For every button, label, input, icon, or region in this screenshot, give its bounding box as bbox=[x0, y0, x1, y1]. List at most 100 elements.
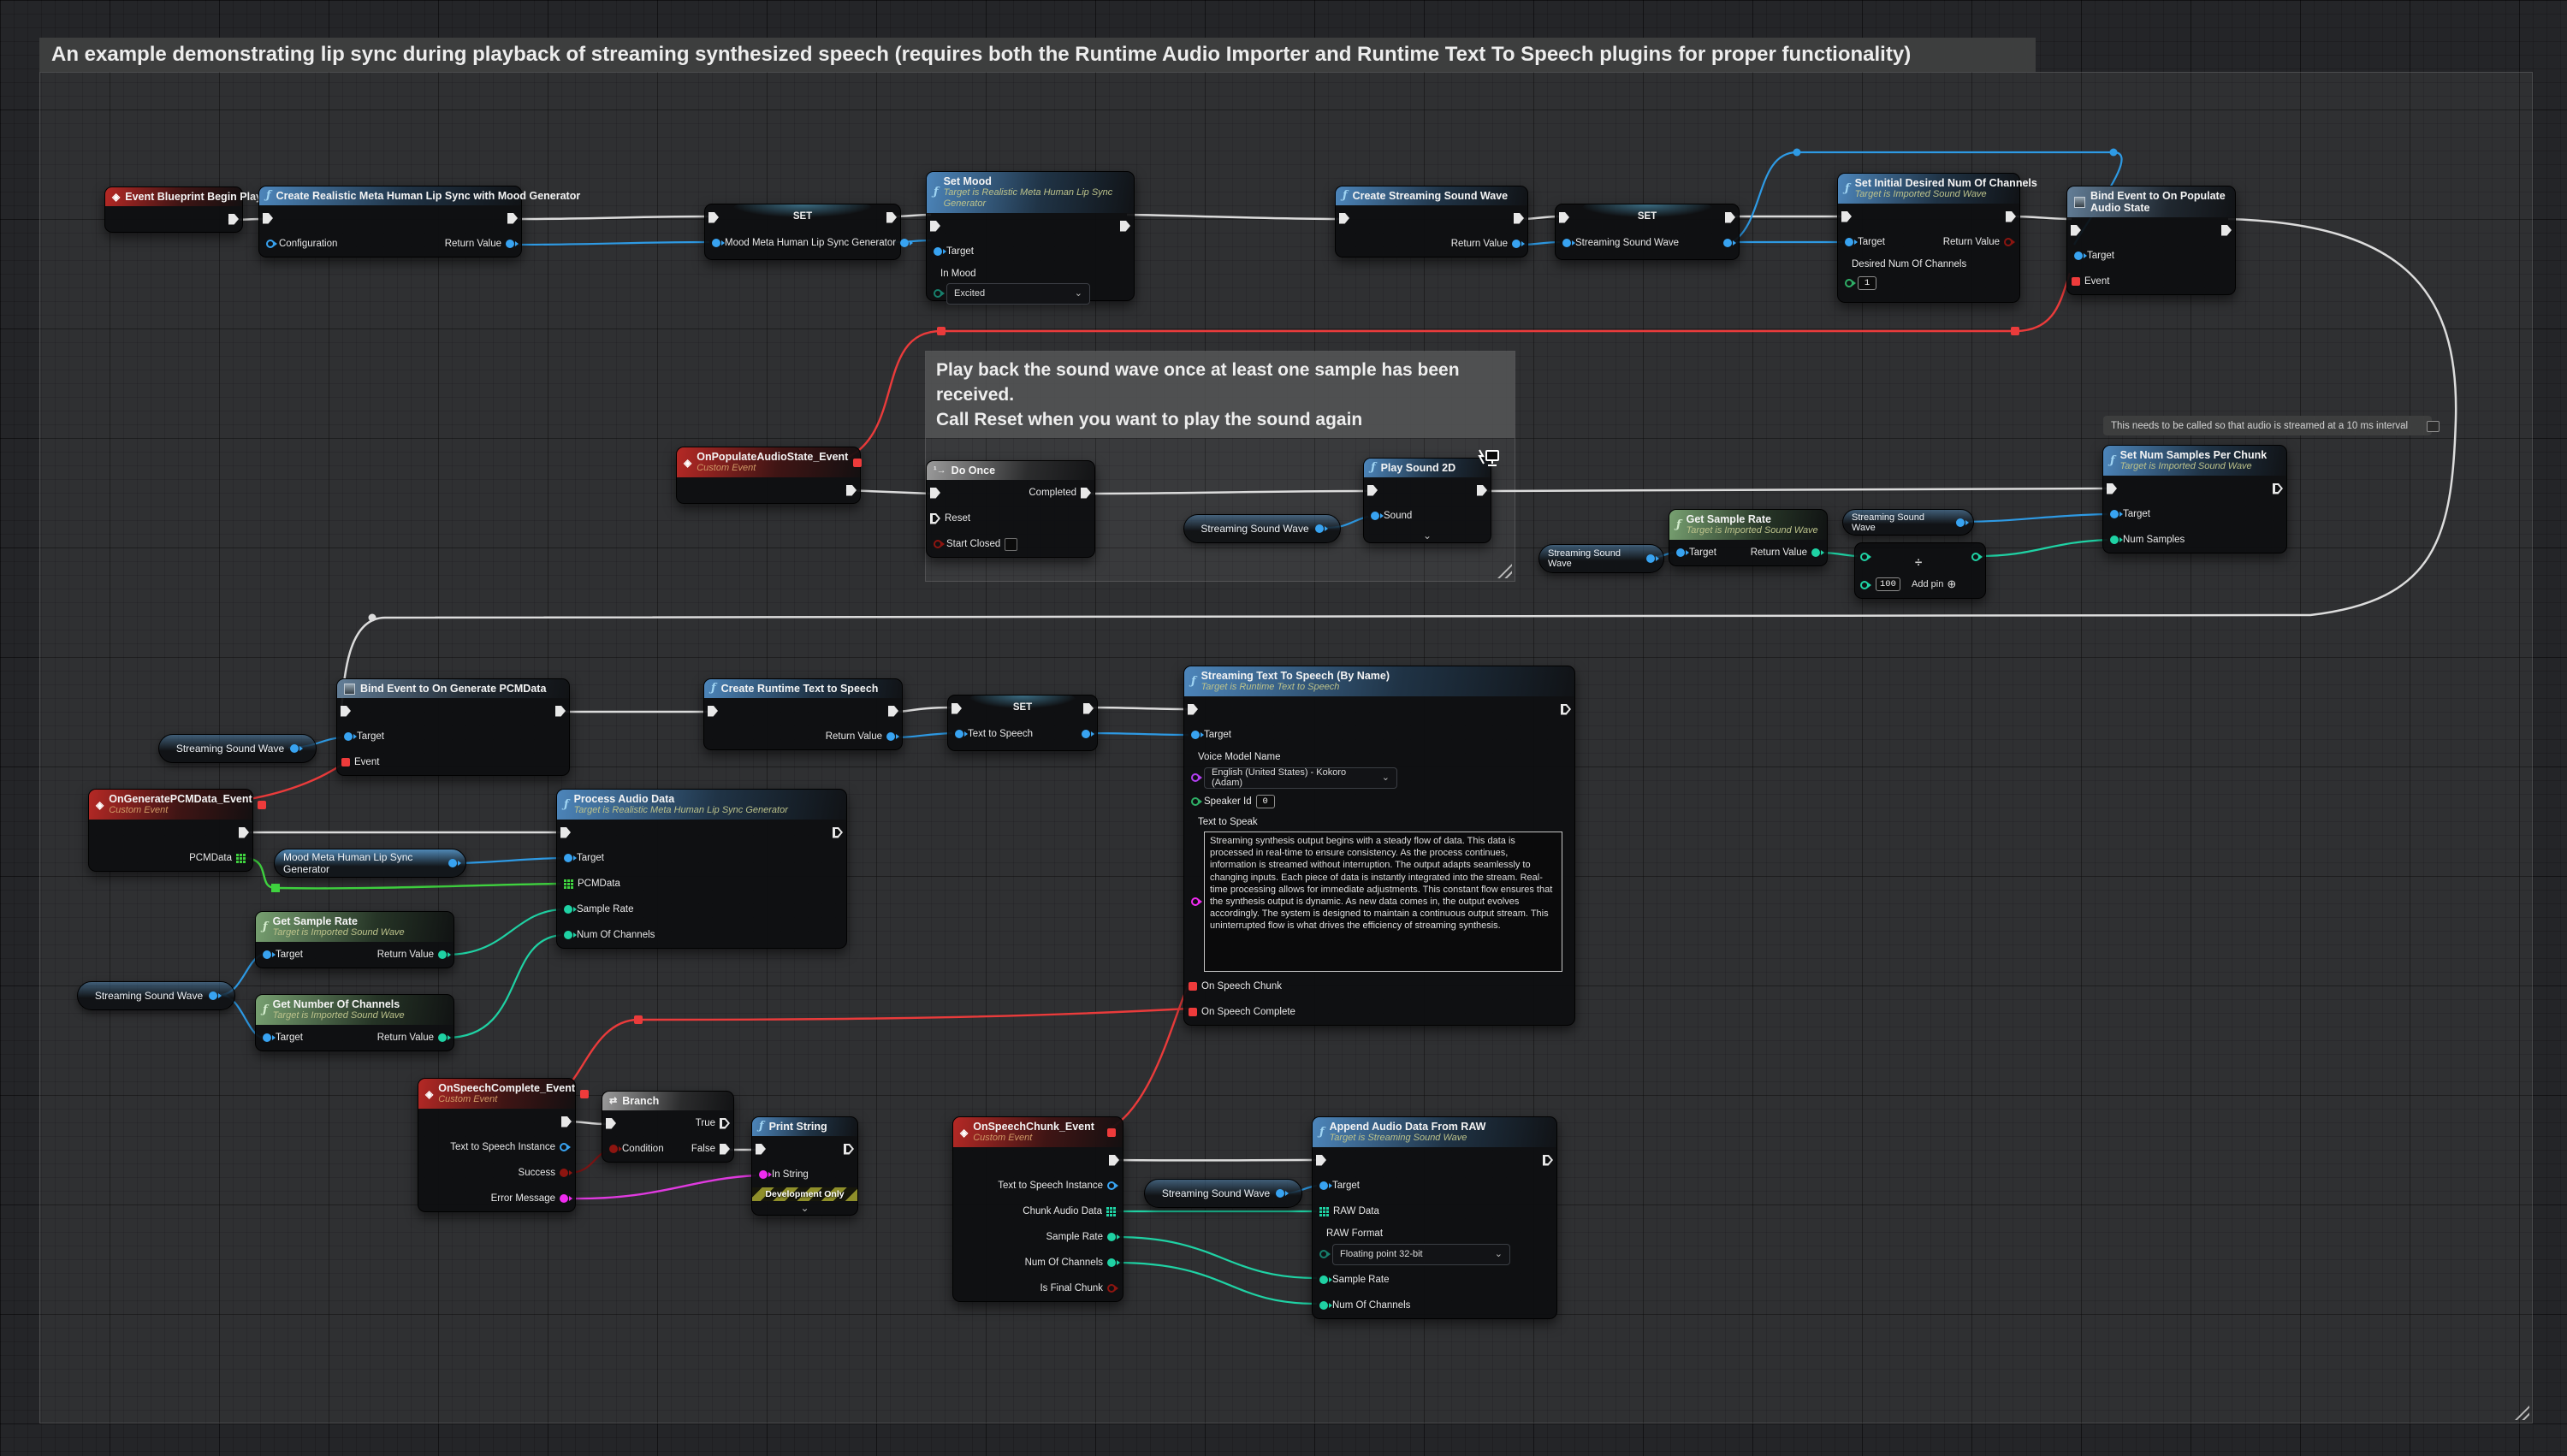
in-mood-pin[interactable] bbox=[934, 289, 942, 298]
tts-instance-pin[interactable] bbox=[560, 1143, 568, 1151]
exec-in-pin[interactable] bbox=[708, 212, 719, 223]
exec-out-pin[interactable] bbox=[1543, 1155, 1553, 1166]
node-create-runtime-tts[interactable]: ƒ Create Runtime Text to Speech Return V… bbox=[703, 678, 903, 750]
num-channels-pin[interactable] bbox=[564, 931, 572, 939]
exec-out-pin[interactable] bbox=[1120, 221, 1130, 232]
condition-pin[interactable] bbox=[609, 1145, 618, 1153]
node-set-mood-generator-var[interactable]: SET Mood Meta Human Lip Sync Generator bbox=[704, 204, 901, 260]
variable-pill-streaming-sound-wave[interactable]: Streaming Sound Wave bbox=[1144, 1179, 1302, 1208]
target-pin[interactable] bbox=[1676, 548, 1685, 557]
return-value-pin[interactable] bbox=[2004, 238, 2013, 246]
completed-exec-pin[interactable] bbox=[1081, 488, 1091, 499]
desired-channels-pin[interactable] bbox=[1845, 279, 1853, 287]
target-pin[interactable] bbox=[2074, 252, 2083, 260]
node-get-sample-rate-1[interactable]: ƒ Get Sample Rate Target is Imported Sou… bbox=[1669, 509, 1828, 566]
delegate-pin[interactable] bbox=[853, 459, 862, 467]
divide-b-value[interactable]: 100 bbox=[1876, 577, 1900, 591]
raw-format-dropdown[interactable]: Floating point 32-bit⌄ bbox=[1332, 1244, 1510, 1265]
node-print-string[interactable]: ƒ Print String In String Development Onl… bbox=[751, 1116, 858, 1216]
sample-rate-pin[interactable] bbox=[1319, 1275, 1328, 1284]
var-out-pin[interactable] bbox=[1646, 554, 1655, 563]
node-branch[interactable]: ⇄ Branch True Condition False bbox=[602, 1091, 734, 1163]
exec-in-pin[interactable] bbox=[930, 221, 940, 232]
node-streaming-text-to-speech[interactable]: ƒ Streaming Text To Speech (By Name) Tar… bbox=[1183, 666, 1575, 1026]
num-channels-pin[interactable] bbox=[1319, 1301, 1328, 1310]
exec-in-pin[interactable] bbox=[930, 488, 940, 499]
desired-channels-value[interactable]: 1 bbox=[1858, 276, 1876, 290]
var-out-pin[interactable] bbox=[290, 744, 299, 753]
node-play-sound-2d[interactable]: ƒ Play Sound 2D Sound ⌄ bbox=[1363, 458, 1491, 543]
exec-in-pin[interactable] bbox=[560, 827, 571, 838]
comment-bubble-icon[interactable] bbox=[2427, 421, 2440, 432]
target-pin[interactable] bbox=[934, 247, 942, 256]
sample-rate-pin[interactable] bbox=[1107, 1233, 1116, 1241]
start-closed-checkbox[interactable] bbox=[1005, 538, 1017, 551]
variable-pill-streaming-sound-wave[interactable]: Streaming Sound Wave bbox=[1842, 509, 1974, 536]
chunk-audio-data-array-pin[interactable] bbox=[1106, 1207, 1116, 1216]
node-on-generate-pcmdata-event[interactable]: ◈ OnGeneratePCMData_Event Custom Event P… bbox=[88, 789, 253, 872]
exec-in-pin[interactable] bbox=[1339, 213, 1349, 224]
var-out-pin[interactable] bbox=[1276, 1189, 1284, 1198]
exec-out-pin[interactable] bbox=[844, 1144, 854, 1155]
success-pin[interactable] bbox=[560, 1169, 568, 1177]
exec-in-pin[interactable] bbox=[263, 213, 273, 224]
node-append-audio-data-from-raw[interactable]: ƒ Append Audio Data From RAW Target is S… bbox=[1312, 1116, 1557, 1319]
voice-model-dropdown[interactable]: English (United States) - Kokoro (Adam)⌄ bbox=[1204, 767, 1397, 789]
divide-output-pin[interactable] bbox=[1971, 553, 1980, 561]
var-out-pin[interactable] bbox=[448, 859, 457, 867]
exec-in-pin[interactable] bbox=[1367, 485, 1378, 496]
delegate-pin[interactable] bbox=[258, 801, 266, 809]
node-divide[interactable]: 100 ÷ Add pin⊕ bbox=[1854, 542, 1986, 599]
return-value-pin[interactable] bbox=[438, 1033, 447, 1042]
in-string-pin[interactable] bbox=[759, 1170, 768, 1179]
true-exec-pin[interactable] bbox=[720, 1118, 730, 1129]
event-delegate-pin[interactable] bbox=[341, 758, 350, 766]
variable-pill-streaming-sound-wave[interactable]: Streaming Sound Wave bbox=[1538, 544, 1664, 573]
var-out-pin[interactable] bbox=[1082, 730, 1090, 738]
exec-out-pin[interactable] bbox=[507, 213, 518, 224]
text-to-speak-input[interactable]: Streaming synthesis output begins with a… bbox=[1204, 832, 1562, 972]
sound-pin[interactable] bbox=[1371, 512, 1379, 520]
false-exec-pin[interactable] bbox=[720, 1144, 730, 1155]
expand-chevron-icon[interactable]: ⌄ bbox=[752, 1201, 857, 1215]
exec-in-pin[interactable] bbox=[1188, 704, 1198, 715]
exec-out-pin[interactable] bbox=[888, 706, 898, 717]
node-get-number-of-channels[interactable]: ƒ Get Number Of Channels Target is Impor… bbox=[255, 994, 454, 1051]
exec-in-pin[interactable] bbox=[2071, 225, 2081, 236]
exec-out-pin[interactable] bbox=[2221, 225, 2232, 236]
is-final-chunk-pin[interactable] bbox=[1107, 1284, 1116, 1293]
var-out-pin[interactable] bbox=[1723, 239, 1732, 247]
node-bind-on-generate-pcmdata[interactable]: Bind Event to On Generate PCMData Target… bbox=[336, 678, 570, 776]
configuration-pin[interactable] bbox=[266, 240, 275, 248]
delegate-pin[interactable] bbox=[1107, 1128, 1116, 1137]
var-in-pin[interactable] bbox=[1562, 239, 1571, 247]
exec-out-pin[interactable] bbox=[239, 827, 249, 838]
target-pin[interactable] bbox=[564, 854, 572, 862]
exec-out-pin[interactable] bbox=[2273, 483, 2283, 494]
exec-out-pin[interactable] bbox=[886, 212, 897, 223]
var-out-pin[interactable] bbox=[209, 991, 217, 1000]
target-pin[interactable] bbox=[2110, 510, 2119, 518]
var-in-pin[interactable] bbox=[955, 730, 963, 738]
node-event-begin-play[interactable]: ◈ Event Blueprint Begin Play bbox=[104, 186, 243, 233]
exec-in-pin[interactable] bbox=[756, 1144, 766, 1155]
variable-pill-streaming-sound-wave[interactable]: Streaming Sound Wave bbox=[1183, 514, 1341, 543]
divide-input-b-pin[interactable] bbox=[1860, 581, 1869, 589]
exec-in-pin[interactable] bbox=[1841, 211, 1852, 222]
node-get-sample-rate-2[interactable]: ƒ Get Sample Rate Target is Imported Sou… bbox=[255, 911, 454, 968]
exec-out-pin[interactable] bbox=[833, 827, 843, 838]
exec-out-pin[interactable] bbox=[2006, 211, 2016, 222]
error-message-pin[interactable] bbox=[560, 1194, 568, 1203]
exec-out-pin[interactable] bbox=[555, 706, 566, 717]
node-create-lipsync-generator[interactable]: ƒ Create Realistic Meta Human Lip Sync w… bbox=[258, 186, 522, 257]
exec-in-pin[interactable] bbox=[1316, 1155, 1326, 1166]
node-set-mood[interactable]: ƒ Set Mood Target is Realistic Meta Huma… bbox=[926, 171, 1135, 301]
expand-chevron-icon[interactable]: ⌄ bbox=[1364, 529, 1491, 542]
pcmdata-array-pin[interactable] bbox=[564, 879, 573, 889]
return-value-pin[interactable] bbox=[438, 950, 447, 959]
target-pin[interactable] bbox=[1319, 1181, 1328, 1190]
target-pin[interactable] bbox=[344, 732, 353, 741]
variable-pill-mood-generator[interactable]: Mood Meta Human Lip Sync Generator bbox=[274, 849, 466, 878]
exec-in-pin[interactable] bbox=[341, 706, 351, 717]
divide-input-a-pin[interactable] bbox=[1860, 553, 1869, 561]
